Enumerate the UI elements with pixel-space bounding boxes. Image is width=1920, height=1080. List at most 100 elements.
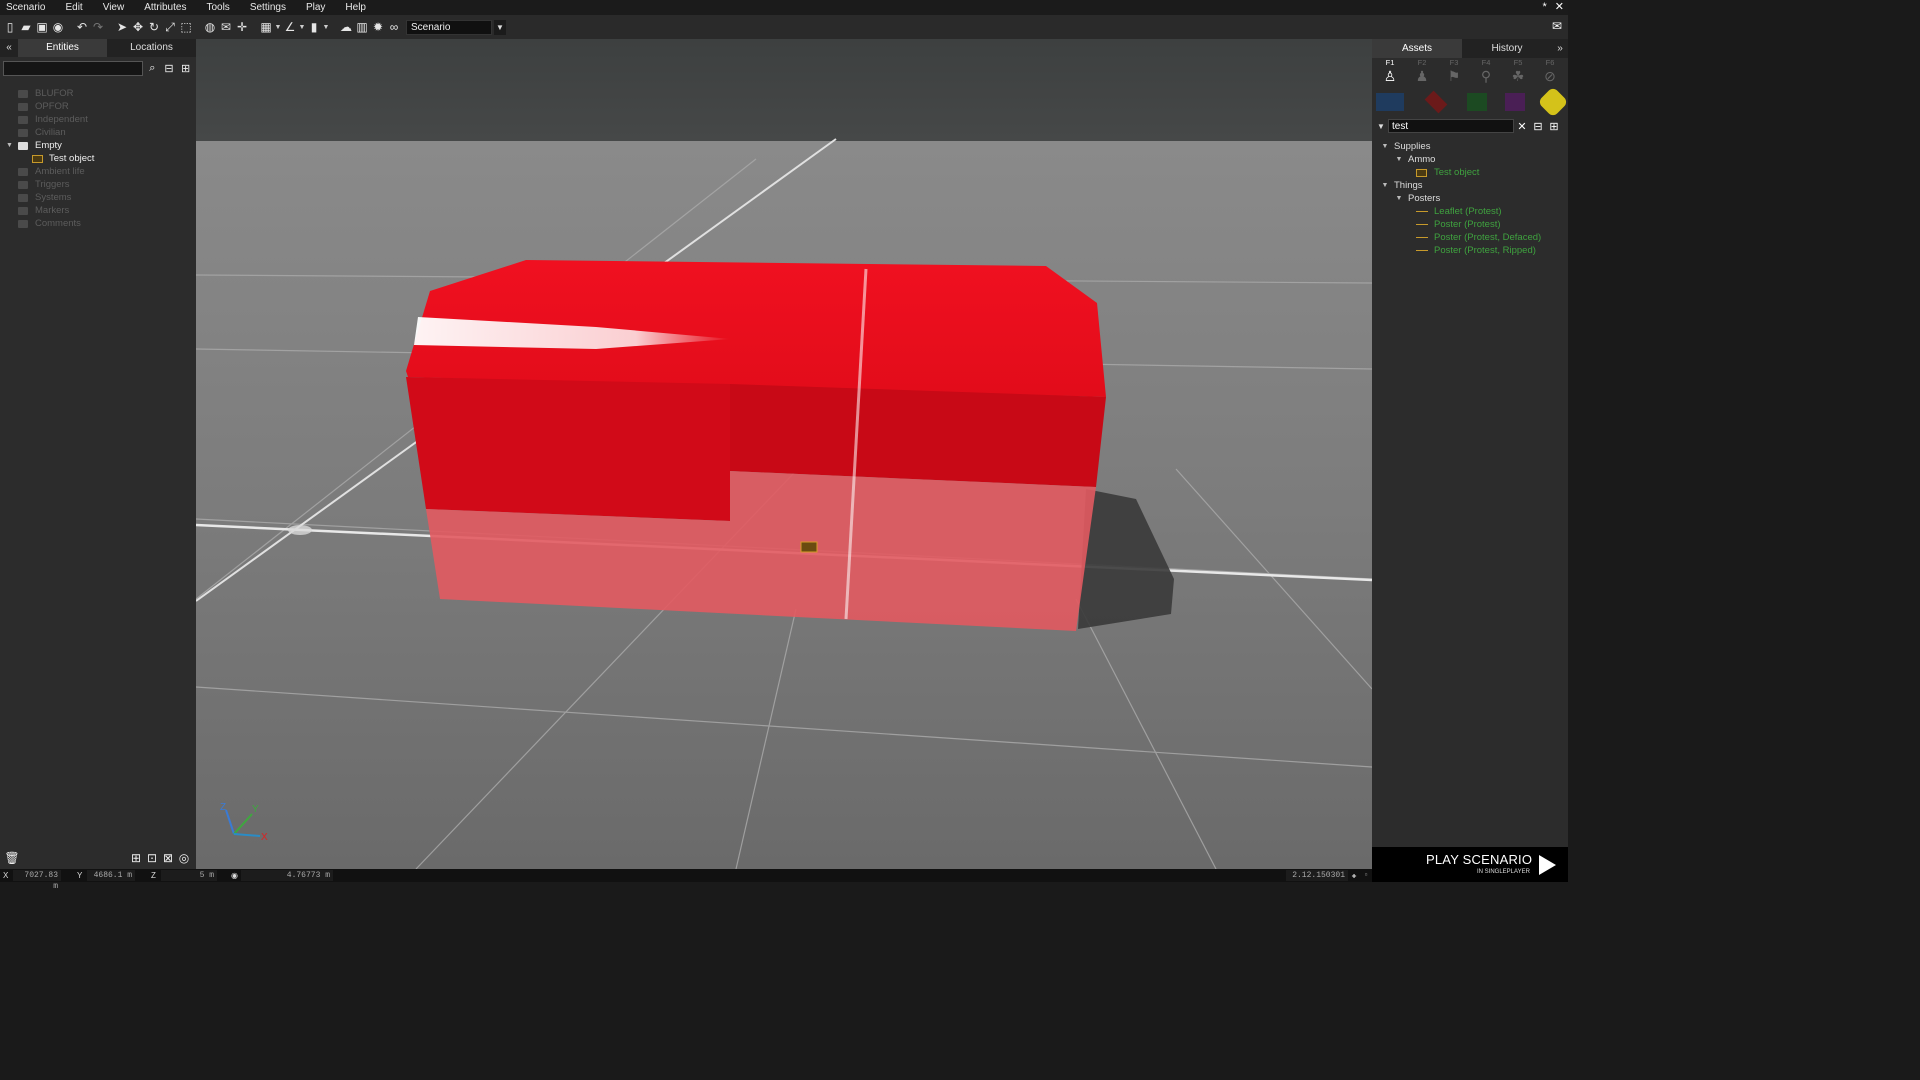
collapse-panel-icon[interactable]: « xyxy=(0,39,18,57)
tab-history[interactable]: History xyxy=(1462,39,1552,58)
entities-search-input[interactable] xyxy=(3,60,143,76)
grid-icon[interactable]: ▦ xyxy=(258,19,274,35)
ruler-icon[interactable]: ▮ xyxy=(306,19,322,35)
tab-entities[interactable]: Entities xyxy=(18,39,107,57)
tree-item-blufor[interactable]: BLUFOR xyxy=(0,87,196,100)
menu-edit[interactable]: Edit xyxy=(55,0,92,15)
tree-item-markers[interactable]: Markers xyxy=(0,204,196,217)
expand-arrow-icon[interactable]: ▼ xyxy=(6,142,18,149)
play-scenario-button[interactable]: PLAY SCENARIO IN SINGLEPLAYER xyxy=(1372,847,1568,882)
filter-dropdown-icon[interactable]: ▼ xyxy=(1374,122,1388,131)
tree-item-triggers[interactable]: Triggers xyxy=(0,178,196,191)
area-select-icon[interactable]: ⬚ xyxy=(178,19,194,35)
tree-item-ambient-life[interactable]: Ambient life xyxy=(0,165,196,178)
tab-locations[interactable]: Locations xyxy=(107,39,196,57)
rotate-icon[interactable]: ↻ xyxy=(146,19,162,35)
move-icon[interactable]: ✥ xyxy=(130,19,146,35)
tab-assets[interactable]: Assets xyxy=(1372,39,1462,58)
search-icon[interactable]: ⌕ xyxy=(145,61,160,76)
tree-item-opfor[interactable]: OPFOR xyxy=(0,100,196,113)
asset-item-leaflet[interactable]: Leaflet (Protest) xyxy=(1372,205,1568,218)
binoculars-icon[interactable]: ∞ xyxy=(386,19,402,35)
lock-layer-icon[interactable]: ⊠ xyxy=(160,850,176,866)
menu-tools[interactable]: Tools xyxy=(196,0,239,15)
asset-item-poster[interactable]: Poster (Protest) xyxy=(1372,218,1568,231)
tree-item-civilian[interactable]: Civilian xyxy=(0,126,196,139)
collapse-all-icon[interactable]: ⊟ xyxy=(1530,119,1546,133)
asset-category-supplies[interactable]: ▼ Supplies xyxy=(1372,140,1568,153)
mode-objects[interactable]: F1 ♙ xyxy=(1374,58,1406,88)
scale-icon[interactable]: ⤢ xyxy=(162,19,178,35)
sun-icon[interactable]: ✹ xyxy=(370,19,386,35)
tree-item-empty[interactable]: ▼ Empty xyxy=(0,139,196,152)
left-tabs: « Entities Locations xyxy=(0,39,196,57)
trash-icon[interactable]: 🗑 xyxy=(4,850,20,866)
angle-snap-icon[interactable]: ∠ xyxy=(282,19,298,35)
tree-item-test-object[interactable]: Test object xyxy=(0,152,196,165)
scenario-select[interactable]: Scenario xyxy=(406,19,492,35)
close-button[interactable]: ✕ xyxy=(1555,0,1564,15)
side-independent-swatch[interactable] xyxy=(1467,93,1487,111)
tree-item-comments[interactable]: Comments xyxy=(0,217,196,230)
redo-icon[interactable]: ↷ xyxy=(90,19,106,35)
asset-category-posters[interactable]: ▼ Posters xyxy=(1372,192,1568,205)
hide-layer-icon[interactable]: ◎ xyxy=(176,850,192,866)
notification-icon[interactable]: ✉ xyxy=(1552,19,1562,33)
globe-icon[interactable]: ◍ xyxy=(202,19,218,35)
menu-attributes[interactable]: Attributes xyxy=(134,0,196,15)
new-file-icon[interactable]: ▯ xyxy=(2,19,18,35)
angle-dropdown-icon[interactable]: ▼ xyxy=(298,24,306,31)
vertical-mode-icon[interactable]: ✛ xyxy=(234,19,250,35)
menu-play[interactable]: Play xyxy=(296,0,335,15)
expand-arrow-icon[interactable]: ▼ xyxy=(1380,182,1390,189)
menu-scenario[interactable]: Scenario xyxy=(0,0,55,15)
ruler-dropdown-icon[interactable]: ▼ xyxy=(322,24,330,31)
select-cursor-icon[interactable]: ➤ xyxy=(114,19,130,35)
asset-item-poster-ripped[interactable]: Poster (Protest, Ripped) xyxy=(1372,244,1568,257)
expand-icon[interactable]: ✚ xyxy=(1348,871,1360,881)
asset-category-ammo[interactable]: ▼ Ammo xyxy=(1372,153,1568,166)
save-icon[interactable]: ▣ xyxy=(34,19,50,35)
mode-modules[interactable]: F3 ⚑ xyxy=(1438,58,1470,88)
minimize-button[interactable]: * xyxy=(1543,0,1547,15)
expand-arrow-icon[interactable]: ▼ xyxy=(1394,195,1404,202)
undo-icon[interactable]: ↶ xyxy=(74,19,90,35)
save-as-icon[interactable]: ◉ xyxy=(50,19,66,35)
open-folder-icon[interactable]: ▰ xyxy=(18,19,34,35)
3d-viewport[interactable] xyxy=(196,39,1372,869)
side-opfor-swatch[interactable] xyxy=(1424,90,1447,114)
surface-snap-icon[interactable]: ✉ xyxy=(218,19,234,35)
expand-all-icon[interactable]: ⊞ xyxy=(178,61,193,76)
grid-dropdown-icon[interactable]: ▼ xyxy=(274,24,282,31)
map-toggle-icon[interactable]: ▫ xyxy=(1360,871,1372,880)
mode-compositions[interactable]: F5 ☘ xyxy=(1502,58,1534,88)
side-blufor-swatch[interactable] xyxy=(1376,93,1404,111)
side-civilian-swatch[interactable] xyxy=(1504,93,1525,111)
camera-distance-value: 4.76773 m xyxy=(241,870,333,881)
scenario-dropdown-icon[interactable]: ▼ xyxy=(494,19,506,35)
asset-item-poster-defaced[interactable]: Poster (Protest, Defaced) xyxy=(1372,231,1568,244)
menu-settings[interactable]: Settings xyxy=(240,0,296,15)
mode-waypoints[interactable]: F4 ⚲ xyxy=(1470,58,1502,88)
mode-groups[interactable]: F2 ♟ xyxy=(1406,58,1438,88)
collapse-all-icon[interactable]: ⊟ xyxy=(162,61,177,76)
tree-item-independent[interactable]: Independent xyxy=(0,113,196,126)
tree-item-systems[interactable]: Systems xyxy=(0,191,196,204)
asset-category-things[interactable]: ▼ Things xyxy=(1372,179,1568,192)
mode-markers[interactable]: F6 ⊘ xyxy=(1534,58,1566,88)
expand-all-icon[interactable]: ⊞ xyxy=(1546,119,1562,133)
side-empty-swatch[interactable] xyxy=(1537,86,1569,118)
new-layer-icon[interactable]: ⊞ xyxy=(128,850,144,866)
menu-view[interactable]: View xyxy=(93,0,135,15)
menu-help[interactable]: Help xyxy=(335,0,376,15)
city-icon[interactable]: ▥ xyxy=(354,19,370,35)
assets-search-input[interactable] xyxy=(1388,119,1514,133)
expand-panel-icon[interactable]: » xyxy=(1552,39,1568,58)
expand-arrow-icon[interactable]: ▼ xyxy=(1380,143,1390,150)
expand-arrow-icon[interactable]: ▼ xyxy=(1394,156,1404,163)
object-marker-icon[interactable] xyxy=(800,541,818,553)
clear-search-icon[interactable]: ✕ xyxy=(1514,119,1530,133)
asset-item-test-object[interactable]: Test object xyxy=(1372,166,1568,179)
weather-icon[interactable]: ☁ xyxy=(338,19,354,35)
layer-settings-icon[interactable]: ⊡ xyxy=(144,850,160,866)
